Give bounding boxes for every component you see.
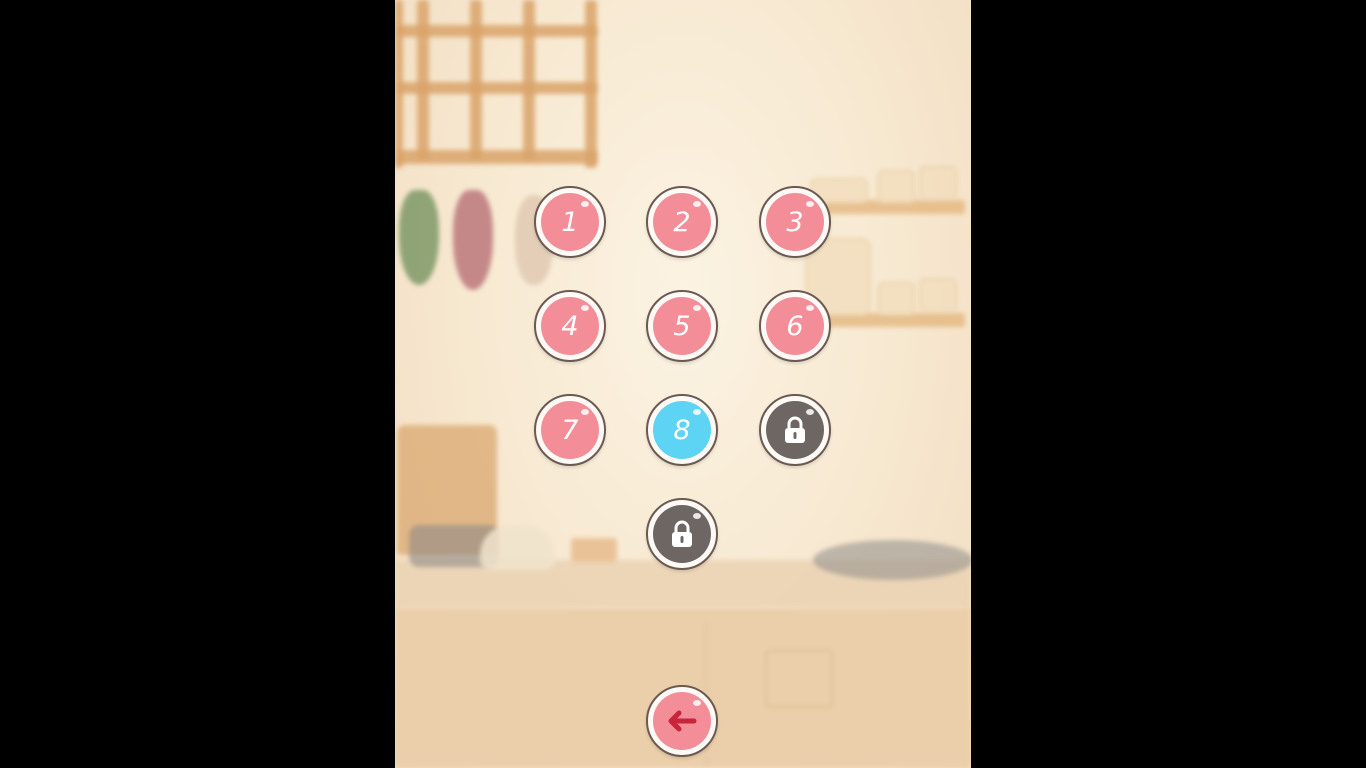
level-number: 4 bbox=[541, 297, 599, 355]
level-number: 3 bbox=[766, 193, 824, 251]
background-cabinet-handle bbox=[765, 650, 833, 708]
background-jar bbox=[877, 170, 915, 204]
background-jar bbox=[919, 278, 957, 312]
level-button-7[interactable]: 7 bbox=[534, 394, 606, 466]
level-number: 7 bbox=[541, 401, 599, 459]
level-button-3[interactable]: 3 bbox=[759, 186, 831, 258]
level-button-2[interactable]: 2 bbox=[646, 186, 718, 258]
level-number: 6 bbox=[766, 297, 824, 355]
background-window-lattice bbox=[395, 0, 598, 168]
level-button-8-current[interactable]: 8 bbox=[646, 394, 718, 466]
background-cups bbox=[571, 538, 617, 562]
background-herbs-green bbox=[399, 190, 439, 285]
lock-icon bbox=[766, 401, 824, 459]
level-button-5[interactable]: 5 bbox=[646, 290, 718, 362]
level-number: 1 bbox=[541, 193, 599, 251]
background-teapot bbox=[480, 525, 555, 570]
level-number: 2 bbox=[653, 193, 711, 251]
game-stage: 1 2 3 4 5 6 7 8 bbox=[395, 0, 971, 768]
level-button-1[interactable]: 1 bbox=[534, 186, 606, 258]
level-number: 8 bbox=[653, 401, 711, 459]
lock-icon bbox=[653, 505, 711, 563]
background-jar bbox=[877, 282, 915, 316]
arrow-left-icon bbox=[653, 692, 711, 750]
background-jar bbox=[919, 166, 957, 200]
level-button-4[interactable]: 4 bbox=[534, 290, 606, 362]
level-number: 5 bbox=[653, 297, 711, 355]
level-button-6[interactable]: 6 bbox=[759, 290, 831, 362]
level-button-locked[interactable] bbox=[646, 498, 718, 570]
background-chili-peppers bbox=[453, 190, 493, 290]
background-pan bbox=[813, 540, 971, 580]
back-button[interactable] bbox=[646, 685, 718, 757]
level-button-locked[interactable] bbox=[759, 394, 831, 466]
